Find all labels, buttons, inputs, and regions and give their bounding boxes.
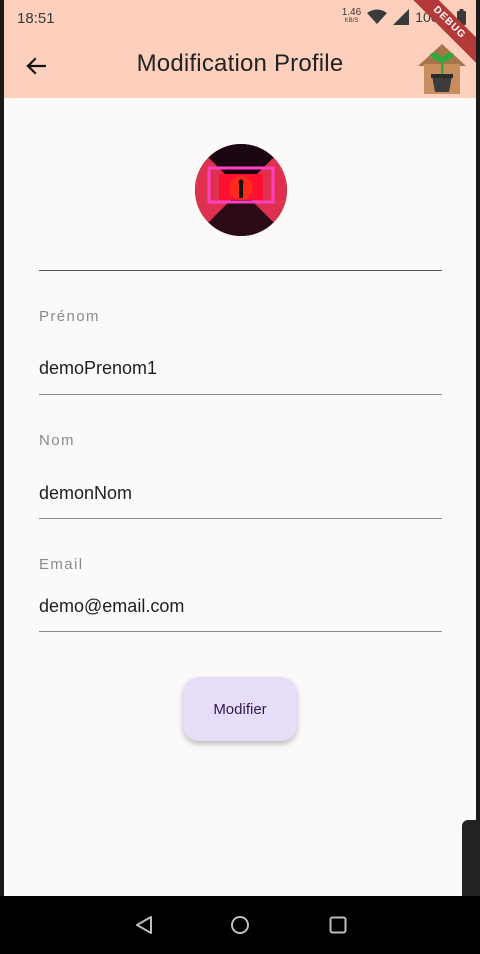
first-name-input[interactable]: demoPrenom1 [39,358,157,379]
page-title: Modification Profile [136,50,344,77]
network-speed: 1.46 KB/S [341,7,362,25]
email-label: Email [39,556,84,573]
circle-home-icon[interactable] [230,915,250,935]
wifi-icon [367,9,388,24]
app-screen: 18:51 1.46 KB/S 100% Modification Pr [4,0,476,954]
triangle-back-icon[interactable] [134,915,154,935]
last-name-underline [39,518,442,519]
app-bar: 18:51 1.46 KB/S 100% Modification Pr [4,0,476,98]
last-name-field[interactable]: Nom demonNom [39,432,442,520]
avatar[interactable] [195,144,287,236]
modifier-button[interactable]: Modifier [183,677,297,741]
first-name-label: Prénom [39,308,100,325]
email-input[interactable]: demo@email.com [39,596,184,617]
status-time: 18:51 [17,10,55,27]
signal-icon [393,9,410,25]
last-name-label: Nom [39,432,75,449]
first-name-underline [39,394,442,395]
email-underline [39,631,442,632]
last-name-input[interactable]: demonNom [39,483,132,504]
square-recents-icon[interactable] [328,915,348,935]
email-field[interactable]: Email demo@email.com [39,556,442,634]
first-name-field[interactable]: Prénom demoPrenom1 [39,308,442,396]
avatar-divider [39,270,442,271]
android-nav-bar [0,896,480,954]
